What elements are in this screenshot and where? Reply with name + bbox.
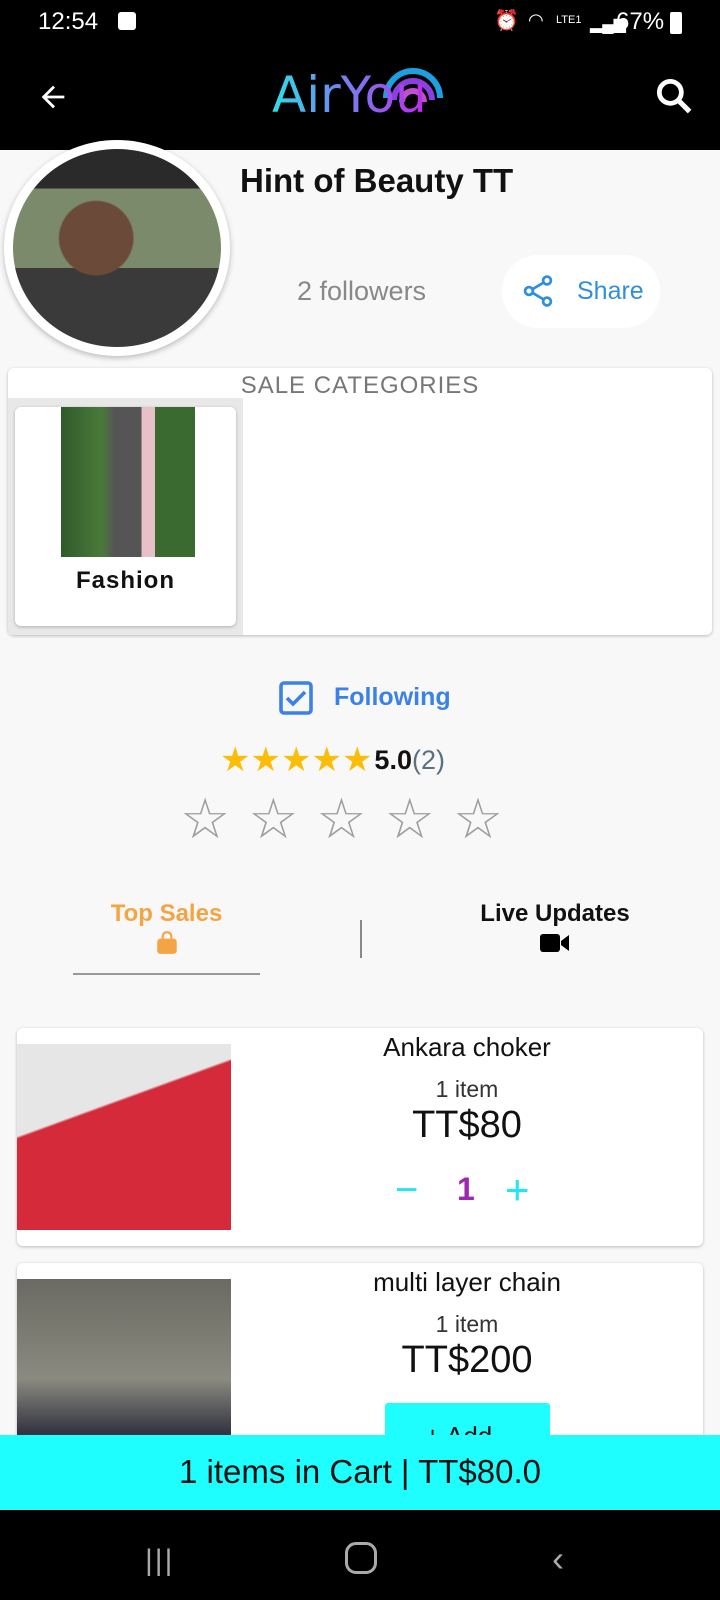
quantity-value: 1 (457, 1171, 475, 1207)
battery-percent: 67% (616, 8, 665, 35)
shopping-bag-icon (156, 931, 177, 954)
cart-summary-bar[interactable]: 1 items in Cart | TT$80.0 (0, 1435, 720, 1510)
rate-stars: ☆ ☆ ☆ ☆ ☆ (180, 786, 503, 852)
tab-top-sales[interactable]: Top Sales (73, 900, 260, 975)
system-back-icon[interactable]: ‹ (552, 1538, 564, 1580)
star-outline-icon[interactable]: ☆ (385, 786, 435, 852)
tab-live-updates[interactable]: Live Updates (460, 900, 650, 954)
share-icon (523, 275, 553, 307)
product-name: multi layer chain (373, 1267, 561, 1297)
app-bar: AirYou (0, 50, 720, 150)
share-button[interactable]: Share (502, 255, 660, 328)
home-icon[interactable] (345, 1542, 377, 1574)
product-price: TT$80 (412, 1104, 522, 1146)
decrease-quantity-button[interactable]: − (395, 1168, 418, 1213)
alarm-icon: ⏰ (494, 10, 519, 32)
seller-name: Hint of Beauty TT (240, 162, 514, 199)
wifi-icon: ◠ (528, 10, 544, 30)
category-image (61, 407, 195, 557)
system-nav-bar: ||| ‹ (0, 1510, 720, 1600)
following-checkbox[interactable] (278, 680, 314, 716)
product-price: TT$200 (401, 1339, 533, 1381)
tab-label: Live Updates (480, 900, 630, 927)
network-label: LTE1 (556, 14, 582, 26)
star-filled-icon: ★ (311, 741, 342, 779)
share-label: Share (577, 277, 644, 305)
tab-divider (360, 920, 362, 958)
rating-summary: ★ ★ ★ ★ ★ 5.0 (2) (220, 740, 445, 780)
sale-categories-title: SALE CATEGORIES (240, 372, 480, 399)
status-time: 12:54 (38, 8, 99, 35)
video-camera-icon (540, 934, 569, 952)
rating-count: (2) (411, 744, 445, 775)
star-outline-icon[interactable]: ☆ (180, 786, 230, 852)
recent-apps-icon[interactable]: ||| (145, 1544, 174, 1578)
star-filled-icon: ★ (341, 741, 373, 779)
star-filled-icon: ★ (280, 741, 312, 779)
star-outline-icon[interactable]: ☆ (248, 786, 298, 852)
seller-avatar (4, 140, 230, 356)
sale-categories-card: SALE CATEGORIES Fashion (8, 368, 712, 635)
category-label: Fashion (75, 567, 175, 594)
star-outline-icon[interactable]: ☆ (316, 786, 366, 852)
category-fashion[interactable]: Fashion (15, 407, 236, 626)
followers-count: 2 followers (297, 276, 427, 306)
product-qty-label: 1 item (435, 1311, 499, 1337)
product-card[interactable]: Ankara choker 1 item TT$80 − 1 + (17, 1028, 703, 1246)
star-outline-icon[interactable]: ☆ (453, 786, 503, 852)
notification-icon (118, 12, 136, 30)
search-icon[interactable] (652, 74, 696, 118)
rating-value: 5.0 (374, 744, 412, 775)
status-bar: 12:54 ⏰ ◠ LTE1 ▂▄▆ 67% (0, 0, 720, 50)
increase-quantity-button[interactable]: + (505, 1166, 530, 1214)
back-arrow-icon[interactable] (36, 80, 70, 114)
product-qty-label: 1 item (435, 1076, 499, 1102)
product-name: Ankara choker (383, 1032, 551, 1062)
following-label[interactable]: Following (334, 683, 451, 712)
star-filled-icon: ★ (220, 741, 251, 779)
battery-icon (670, 12, 682, 34)
tab-label: Top Sales (110, 900, 223, 927)
product-image (17, 1044, 231, 1230)
star-filled-icon: ★ (250, 741, 281, 779)
cart-summary: 1 items in Cart | TT$80.0 (179, 1453, 541, 1490)
app-logo: AirYou (272, 66, 427, 124)
